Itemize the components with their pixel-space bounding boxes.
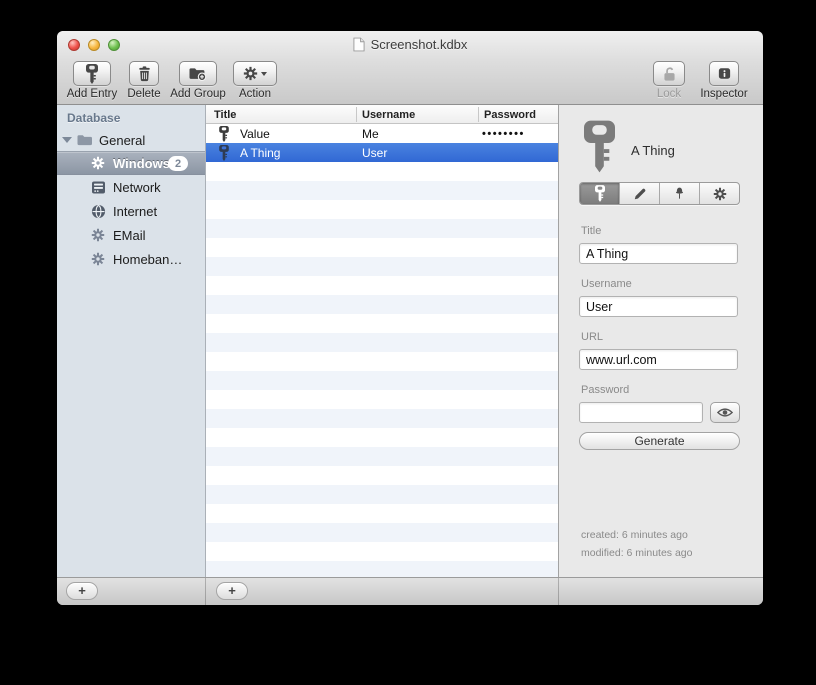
column-divider[interactable] [478,107,479,122]
cell-username: Me [362,126,379,141]
action-button[interactable]: Action [231,61,279,100]
key-icon [219,126,229,142]
add-group-label: Add Group [170,88,226,100]
gear-icon [91,156,105,170]
cell-title: A Thing [240,145,281,160]
key-icon [595,185,605,202]
titlebar[interactable]: Screenshot.kdbx [57,31,763,57]
add-group-plus-button[interactable]: + [66,582,98,600]
add-entry-plus-button[interactable]: + [216,582,248,600]
cell-password-mask: •••••••• [482,127,525,140]
entry-count-badge: 2 [168,156,188,171]
chevron-down-icon [261,71,267,76]
sidebar-item-general[interactable]: General [57,128,205,152]
sidebar-item-homebanking[interactable]: Homeban… [57,247,205,271]
server-icon [91,181,106,194]
entry-row-a-thing[interactable]: A Thing User [206,143,558,162]
group-sidebar: Database General Windows 2 Network Inter… [57,105,205,577]
sidebar-item-windows[interactable]: Windows 2 [57,151,205,175]
entry-row-value[interactable]: Value Me •••••••• [206,124,558,143]
inspector-button[interactable]: Inspector [695,61,753,100]
delete-label: Delete [127,88,161,100]
inspector-label: Inspector [700,88,748,100]
username-field[interactable] [579,296,738,317]
tab-notes[interactable] [620,183,660,204]
tab-advanced[interactable] [700,183,739,204]
add-folder-icon [189,67,207,81]
sidebar-section-header: Database [67,111,121,125]
delete-button[interactable]: Delete [123,61,165,100]
document-proxy-icon[interactable] [353,37,365,52]
sidebar-item-label: Homeban… [113,251,183,267]
add-entry-button[interactable]: Add Entry [63,61,121,100]
trash-icon [137,66,152,82]
add-entry-label: Add Entry [66,88,118,100]
title-field-label: Title [581,225,602,237]
sidebar-item-label: General [99,132,146,148]
tab-general[interactable] [580,183,620,204]
sidebar-item-network[interactable]: Network [57,175,205,199]
table-header: Title Username Password [206,105,558,124]
cell-username: User [362,145,388,160]
pane-divider [558,578,559,605]
inspector-tabs [579,182,740,205]
lock-label: Lock [656,88,682,100]
globe-icon [91,204,106,219]
folder-icon [77,134,93,146]
title-group: Screenshot.kdbx [57,31,763,57]
info-icon [717,66,732,81]
unlocked-padlock-icon [662,66,677,82]
lock-button: Lock [651,61,687,100]
window-chrome: Screenshot.kdbx Add Entry Delete Add Gro… [57,31,763,105]
disclosure-triangle-icon[interactable] [62,137,72,143]
username-field-label: Username [581,278,632,290]
eye-icon [717,407,733,418]
pane-divider [205,578,206,605]
url-field[interactable] [579,349,738,370]
table-body[interactable]: Value Me •••••••• A Thing User [206,124,558,577]
column-header-username[interactable]: Username [362,105,415,124]
pencil-icon [633,187,647,201]
column-header-title[interactable]: Title [214,105,236,124]
created-timestamp: created: 6 minutes ago [581,529,688,541]
add-group-button[interactable]: Add Group [167,61,229,100]
inspector-entry-title: A Thing [631,143,675,158]
key-icon [86,64,98,84]
generate-password-button[interactable]: Generate [579,432,740,450]
entry-key-icon [584,120,615,173]
column-header-password[interactable]: Password [484,105,536,124]
desktop-background: Screenshot.kdbx Add Entry Delete Add Gro… [0,0,816,685]
password-field[interactable] [579,402,703,423]
show-password-button[interactable] [710,402,740,423]
gear-icon [91,228,105,242]
action-label: Action [239,88,271,100]
tab-attachments[interactable] [660,183,700,204]
sidebar-item-internet[interactable]: Internet [57,199,205,223]
entry-table: Title Username Password Value Me •••••••… [205,105,558,577]
pushpin-icon [673,186,686,201]
app-window: Screenshot.kdbx Add Entry Delete Add Gro… [57,31,763,605]
sidebar-item-label: EMail [113,227,146,243]
gear-icon [243,66,258,81]
sidebar-item-label: Network [113,179,161,195]
bottom-bar: + + [57,577,763,605]
gear-icon [713,187,727,201]
modified-timestamp: modified: 6 minutes ago [581,547,693,559]
password-field-label: Password [581,384,630,396]
sidebar-item-label: Internet [113,203,158,219]
inspector-panel: A Thing Title Username URL Password Gene… [558,105,763,577]
key-icon [219,145,229,161]
gear-icon [91,252,105,266]
cell-title: Value [240,126,270,141]
url-field-label: URL [581,331,604,343]
column-divider[interactable] [356,107,357,122]
title-field[interactable] [579,243,738,264]
sidebar-item-email[interactable]: EMail [57,223,205,247]
sidebar-item-label: Windows [113,155,170,171]
window-title: Screenshot.kdbx [370,36,468,52]
